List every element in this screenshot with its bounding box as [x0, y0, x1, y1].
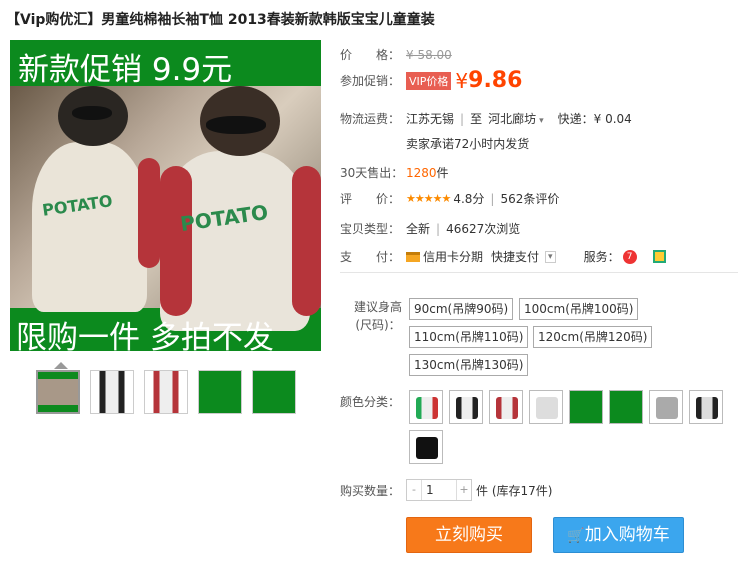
active-thumb-arrow	[54, 362, 68, 369]
color-swatch-2[interactable]	[449, 390, 483, 424]
sales-row: 30天售出： 1280 件	[340, 164, 449, 181]
promo-price: 9.86	[468, 68, 523, 93]
ship-from: 江苏无锡	[406, 112, 455, 126]
vip-price-badge: VIP价格	[406, 71, 452, 90]
ship-promise-text: 卖家承诺72小时内发货	[406, 137, 530, 151]
size-option-120[interactable]: 120cm(吊牌120码)	[533, 326, 653, 348]
color-swatch-7[interactable]	[649, 390, 683, 424]
quantity-decrease-button[interactable]: -	[407, 480, 421, 500]
product-photo: POTATO POTATO	[10, 86, 321, 331]
divider	[340, 272, 738, 273]
shipping-label: 物流运费：	[340, 112, 401, 126]
product-title: 【Vip购优汇】男童纯棉袖长袖T恤 2013春装新款韩版宝宝儿童童装	[6, 12, 435, 28]
color-swatch-5[interactable]	[569, 390, 603, 424]
review-count-link[interactable]: 562条评价	[500, 190, 559, 207]
size-label: 建议身高(尺码)：	[353, 300, 402, 332]
size-option-90[interactable]: 90cm(吊牌90码)	[409, 298, 514, 320]
quantity-label: 购买数量：	[340, 484, 401, 498]
banner-bottom-text: 限购一件 多拍不发	[16, 320, 274, 351]
chevron-down-icon: ▾	[539, 116, 544, 126]
color-label: 颜色分类：	[340, 395, 401, 409]
size-option-100[interactable]: 100cm(吊牌100码)	[519, 298, 639, 320]
ship-to-prefix: 至	[470, 112, 483, 126]
sleeve	[292, 166, 321, 316]
size-option-130[interactable]: 130cm(吊牌130码)	[409, 354, 529, 376]
price-row: 价 格： ¥ 58.00	[340, 46, 452, 63]
service-label: 服务：	[583, 250, 620, 264]
credit-card-icon	[406, 251, 420, 262]
rating-label: 评 价：	[340, 192, 401, 206]
rating-score: 4.8分	[453, 192, 485, 206]
ship-promise: 卖家承诺72小时内发货	[406, 135, 529, 152]
payment-label: 支 付：	[340, 250, 401, 264]
price-label: 价 格：	[340, 48, 401, 62]
sunglasses	[72, 106, 112, 120]
guarantee-icon	[652, 250, 666, 263]
thumbnail-4[interactable]	[198, 370, 242, 414]
add-to-cart-button[interactable]: 🛒加入购物车	[553, 517, 684, 553]
ship-to: 河北廊坊	[488, 112, 537, 126]
original-price: ¥ 58.00	[406, 47, 452, 62]
color-swatch-3[interactable]	[489, 390, 523, 424]
yen-sign: ¥	[455, 68, 469, 93]
color-swatch-8[interactable]	[689, 390, 723, 424]
color-swatch-6[interactable]	[609, 390, 643, 424]
sunglasses	[206, 116, 266, 134]
credit-installment: 信用卡分期	[423, 250, 484, 264]
promo-row: 参加促销： VIP价格 ¥ 9.86	[340, 68, 522, 93]
sales-count: 1280	[406, 165, 437, 180]
ship-method: 快递：¥ 0.04	[557, 112, 632, 126]
thumbnail-1[interactable]	[36, 370, 80, 414]
view-count: 46627次浏览	[446, 222, 521, 236]
payment-row: 支 付： 信用卡分期 快捷支付 ▾ 服务： 7	[340, 248, 666, 265]
sleeve	[138, 158, 160, 268]
cart-icon: 🛒	[567, 528, 585, 544]
type-label: 宝贝类型：	[340, 222, 401, 236]
type-row: 宝贝类型： 全新 | 46627次浏览	[340, 221, 521, 237]
quantity-increase-button[interactable]: +	[457, 480, 471, 500]
main-product-image[interactable]: 新款促销 9.9元 POTATO POTATO 限购一件 多拍不发	[10, 40, 321, 351]
add-to-cart-label: 加入购物车	[584, 525, 670, 545]
quantity-input[interactable]: 1	[421, 480, 457, 500]
color-swatch-9[interactable]	[409, 430, 443, 464]
rating-row: 评 价： ★★★★★ 4.8分 | 562条评价	[340, 190, 560, 207]
quick-pay: 快捷支付	[491, 250, 540, 264]
thumbnail-5[interactable]	[252, 370, 296, 414]
quantity-stepper: - 1 +	[406, 479, 472, 501]
thumbnail-list	[36, 370, 296, 414]
size-option-110[interactable]: 110cm(吊牌110码)	[409, 326, 529, 348]
shipping-row: 物流运费： 江苏无锡 | 至 河北廊坊 ▾ 快递：¥ 0.04	[340, 110, 632, 127]
thumbnail-3[interactable]	[144, 370, 188, 414]
promo-label: 参加促销：	[340, 74, 401, 88]
sleeve	[160, 166, 192, 316]
stock-info: 件 (库存17件)	[476, 484, 553, 498]
ship-to-selector[interactable]: 河北廊坊 ▾	[488, 110, 544, 127]
star-rating-icon: ★★★★★	[406, 192, 451, 205]
item-condition: 全新	[406, 222, 431, 236]
seven-day-return-icon: 7	[622, 249, 637, 264]
banner-top-text: 新款促销 9.9元	[18, 52, 233, 88]
buy-now-button[interactable]: 立刻购买	[406, 517, 532, 553]
sales-unit: 件	[436, 166, 449, 180]
payment-dropdown-icon[interactable]: ▾	[545, 250, 556, 263]
sales-label: 30天售出：	[340, 166, 404, 180]
child-left	[32, 142, 147, 312]
thumbnail-2[interactable]	[90, 370, 134, 414]
color-swatch-1[interactable]	[409, 390, 443, 424]
color-swatch-4[interactable]	[529, 390, 563, 424]
